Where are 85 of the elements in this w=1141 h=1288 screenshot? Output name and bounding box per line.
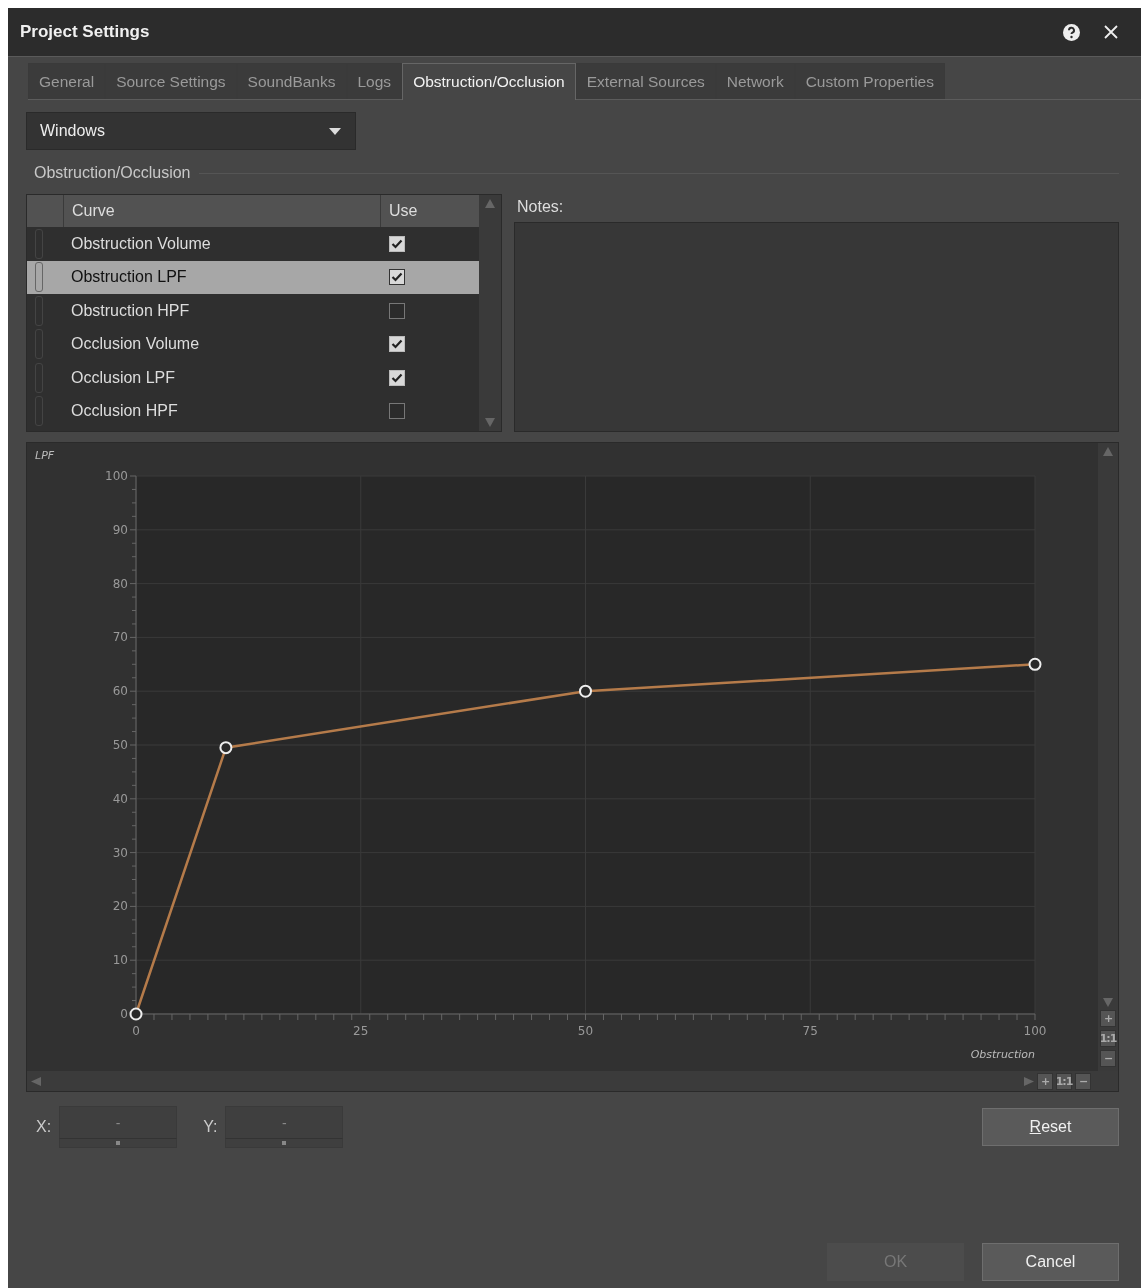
platform-dropdown[interactable]: Windows <box>26 112 356 150</box>
dialog-button[interactable]: Cancel <box>982 1243 1119 1281</box>
curve-name: Occlusion HPF <box>70 402 179 421</box>
y-tick-label: 30 <box>112 845 128 860</box>
zoom-button[interactable]: + <box>1037 1072 1053 1090</box>
tab[interactable]: Network <box>715 63 795 99</box>
x-axis-title: Obstruction <box>970 1048 1035 1061</box>
y-tick-label: 20 <box>112 899 128 914</box>
slider-handle[interactable] <box>282 1141 287 1145</box>
coordinate-field[interactable]: - <box>59 1106 178 1138</box>
y-tick-label: 100 <box>105 469 128 483</box>
zoom-button[interactable]: − <box>1075 1072 1091 1090</box>
use-checkbox[interactable] <box>389 269 405 286</box>
curve-row[interactable]: Obstruction LPF <box>27 260 479 294</box>
y-tick-label: 70 <box>112 630 128 645</box>
x-tick-label: 50 <box>577 1024 594 1038</box>
coordinate-label: X: <box>36 1118 52 1136</box>
scroll-up-icon[interactable] <box>485 199 495 208</box>
tab[interactable]: SoundBanks <box>236 63 347 99</box>
tab[interactable]: Logs <box>346 63 403 99</box>
y-tick-label: 10 <box>112 953 128 968</box>
scroll-down-icon[interactable] <box>485 418 495 427</box>
slider-track[interactable] <box>59 1138 178 1148</box>
scroll-left-icon[interactable] <box>31 1076 41 1086</box>
use-checkbox[interactable] <box>389 302 405 319</box>
zoom-button[interactable]: − <box>1100 1050 1116 1067</box>
curve-point[interactable] <box>129 1007 143 1021</box>
window-title: Project Settings <box>20 22 151 42</box>
y-tick-label: 60 <box>112 684 128 699</box>
zoom-button[interactable]: 1:1 <box>1056 1072 1072 1090</box>
x-tick-label: 25 <box>353 1024 369 1038</box>
drag-handle[interactable] <box>35 262 43 293</box>
vertical-scrollbar[interactable]: + 1:1 − <box>1098 443 1118 1071</box>
y-tick-label: 0 <box>120 1007 128 1021</box>
scroll-right-icon[interactable] <box>1024 1076 1034 1086</box>
use-checkbox[interactable] <box>389 403 405 420</box>
y-tick-label: 90 <box>112 522 128 537</box>
y-tick-label: 50 <box>112 738 128 752</box>
coordinate-field[interactable]: - <box>225 1106 344 1138</box>
curve-name: Obstruction LPF <box>70 268 188 287</box>
tab[interactable]: External Sources <box>575 63 716 99</box>
use-checkbox[interactable] <box>389 235 405 252</box>
coordinate-label: Y: <box>203 1118 218 1136</box>
zoom-button[interactable]: + <box>1100 1010 1116 1027</box>
curve-point[interactable] <box>219 741 233 755</box>
curve-name: Occlusion LPF <box>70 368 177 387</box>
curve-point[interactable] <box>579 684 592 698</box>
caret-icon <box>329 127 341 135</box>
curve-row[interactable]: Obstruction Volume <box>27 227 479 261</box>
curve-name: Occlusion Volume <box>70 335 201 354</box>
help-icon <box>1062 23 1080 41</box>
slider-track[interactable] <box>225 1138 344 1148</box>
curve-name: Obstruction Volume <box>70 234 212 253</box>
column-header[interactable]: Curve <box>64 195 380 227</box>
reset-button[interactable]: Reset <box>982 1108 1119 1146</box>
zoom-button[interactable]: 1:1 <box>1100 1030 1116 1047</box>
close-icon <box>1103 24 1119 40</box>
tab[interactable]: Custom Properties <box>794 63 945 99</box>
curve-point[interactable] <box>1028 657 1042 671</box>
x-tick-label: 75 <box>802 1024 818 1038</box>
notes-field[interactable] <box>514 222 1119 432</box>
y-tick-label: 80 <box>112 576 128 591</box>
curve-row[interactable]: Occlusion LPF <box>27 361 479 395</box>
x-tick-label: 100 <box>1023 1024 1047 1038</box>
horizontal-scrollbar[interactable]: + 1:1 − <box>27 1071 1118 1091</box>
drag-handle[interactable] <box>35 295 43 326</box>
drag-handle[interactable] <box>35 228 43 259</box>
tab[interactable]: General <box>28 63 106 99</box>
curve-row[interactable]: Obstruction HPF <box>27 294 479 328</box>
scroll-down-icon[interactable] <box>1103 998 1113 1007</box>
curve-row[interactable]: Occlusion HPF <box>27 394 479 428</box>
use-checkbox[interactable] <box>389 369 405 386</box>
scrollbar[interactable] <box>479 195 501 431</box>
tab[interactable]: Source Settings <box>105 63 237 99</box>
curve-row[interactable]: Occlusion Volume <box>27 327 479 361</box>
group-title: Obstruction/Occlusion <box>34 164 191 182</box>
notes-label: Notes: <box>516 197 565 217</box>
tab[interactable]: Obstruction/Occlusion <box>402 63 576 100</box>
slider-handle[interactable] <box>116 1141 121 1145</box>
y-tick-label: 40 <box>112 791 128 806</box>
curve-name: Obstruction HPF <box>70 301 191 320</box>
x-tick-label: 0 <box>132 1024 140 1038</box>
use-checkbox[interactable] <box>389 336 405 353</box>
scroll-up-icon[interactable] <box>1103 447 1113 456</box>
y-axis-title: LPF <box>35 449 55 462</box>
